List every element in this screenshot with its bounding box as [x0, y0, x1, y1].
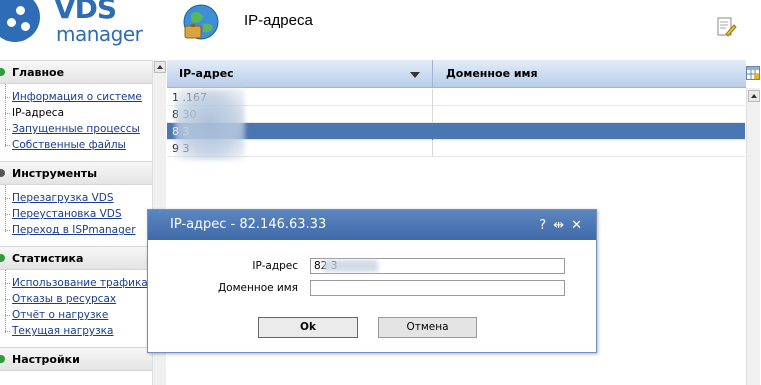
table-row[interactable]: 1 .167 [167, 89, 745, 106]
edit-document-icon[interactable] [715, 16, 737, 38]
section-marker-icon [0, 169, 5, 177]
sidebar-item-traffic[interactable]: Использование трафика [0, 275, 152, 291]
sidebar-item-processes[interactable]: Запущенные процессы [0, 121, 152, 137]
domain-name-field[interactable] [310, 280, 565, 296]
table-scrollbar[interactable] [746, 88, 760, 385]
column-header-ip[interactable]: IP-адрес [167, 60, 433, 88]
cell-domain [434, 140, 745, 157]
ip-field-label: IP-адрес [252, 260, 298, 272]
sidebar-header-label: Настройки [12, 352, 80, 366]
sidebar-header-stats[interactable]: Статистика [0, 246, 152, 270]
expand-icon[interactable]: ⇹ [553, 219, 564, 232]
sidebar-item-reboot-vds[interactable]: Перезагрузка VDS [0, 190, 152, 206]
table-row[interactable]: 9 3 [167, 140, 745, 157]
sidebar-item-current-load[interactable]: Текущая нагрузка [0, 323, 152, 339]
sidebar-header-tools[interactable]: Инструменты [0, 161, 152, 185]
sidebar-header-label: Статистика [12, 251, 84, 265]
sidebar-header-label: Инструменты [12, 166, 98, 180]
cell-domain [434, 123, 745, 140]
sort-desc-icon[interactable] [410, 72, 420, 78]
help-icon[interactable]: ? [539, 219, 546, 232]
table-settings-icon[interactable] [746, 66, 760, 80]
cell-domain [434, 106, 745, 123]
sidebar-header-settings[interactable]: Настройки [0, 347, 152, 371]
sidebar-header-main[interactable]: Главное [0, 60, 152, 84]
page-title: IP-адреса [244, 12, 313, 29]
sidebar-item-system-info[interactable]: Информация о системе [0, 89, 152, 105]
cell-domain [434, 89, 745, 106]
sidebar-item-goto-ispmanager[interactable]: Переход в ISPmanager [0, 222, 152, 238]
table-header: IP-адрес Доменное имя [167, 60, 746, 88]
sidebar-section-settings: Настройки [0, 347, 152, 371]
sidebar-item-load-report[interactable]: Отчёт о нагрузке [0, 307, 152, 323]
sidebar-item-ip-addresses[interactable]: IP-адреса [0, 105, 152, 121]
sidebar-header-label: Главное [12, 65, 65, 79]
vdsmanager-logo: VDS manager [0, 0, 150, 50]
section-marker-icon [0, 355, 5, 363]
table-row-selected[interactable]: 8 3 [167, 123, 745, 140]
section-marker-icon [0, 68, 5, 76]
ip-field[interactable]: 82 3 [310, 258, 565, 274]
sidebar-section-stats: Статистика Использование трафика Отказы … [0, 246, 152, 347]
dialog-title: IP-адрес - 82.146.63.33 [170, 217, 327, 232]
scroll-up-icon[interactable] [748, 90, 760, 102]
sidebar-section-tools: Инструменты Перезагрузка VDS Переустанов… [0, 161, 152, 246]
edit-ip-dialog: IP-адрес - 82.146.63.33 ? ⇹ ✕ IP-адрес 8… [147, 209, 597, 353]
cancel-button[interactable]: Отмена [378, 317, 477, 338]
close-icon[interactable]: ✕ [571, 219, 582, 232]
redaction-blur [175, 89, 245, 160]
sidebar-section-main: Главное Информация о системе IP-адреса З… [0, 60, 152, 161]
logo-text-manager: manager [56, 22, 143, 46]
dialog-body: IP-адрес 82 3 Доменное имя Ok Отмена [148, 240, 596, 352]
sidebar-item-own-files[interactable]: Собственные файлы [0, 137, 152, 153]
column-header-label: Доменное имя [446, 67, 538, 80]
column-header-label: IP-адрес [179, 67, 234, 80]
logo-mark-icon [0, 0, 40, 42]
ok-button[interactable]: Ok [258, 317, 358, 338]
scroll-up-icon[interactable] [154, 61, 166, 73]
redaction-blur [323, 260, 378, 272]
column-header-domain[interactable]: Доменное имя [434, 60, 746, 88]
sidebar-item-resource-failures[interactable]: Отказы в ресурсах [0, 291, 152, 307]
table-body: 1 .167 8 30 8 3 9 3 [167, 89, 745, 160]
dialog-titlebar[interactable]: IP-адрес - 82.146.63.33 ? ⇹ ✕ [148, 210, 596, 240]
sidebar: Главное Информация о системе IP-адреса З… [0, 60, 152, 385]
sidebar-item-reinstall-vds[interactable]: Переустановка VDS [0, 206, 152, 222]
globe-icon [183, 4, 219, 40]
section-marker-icon [0, 254, 5, 262]
table-row[interactable]: 8 30 [167, 106, 745, 123]
domain-field-label: Доменное имя [217, 282, 298, 294]
